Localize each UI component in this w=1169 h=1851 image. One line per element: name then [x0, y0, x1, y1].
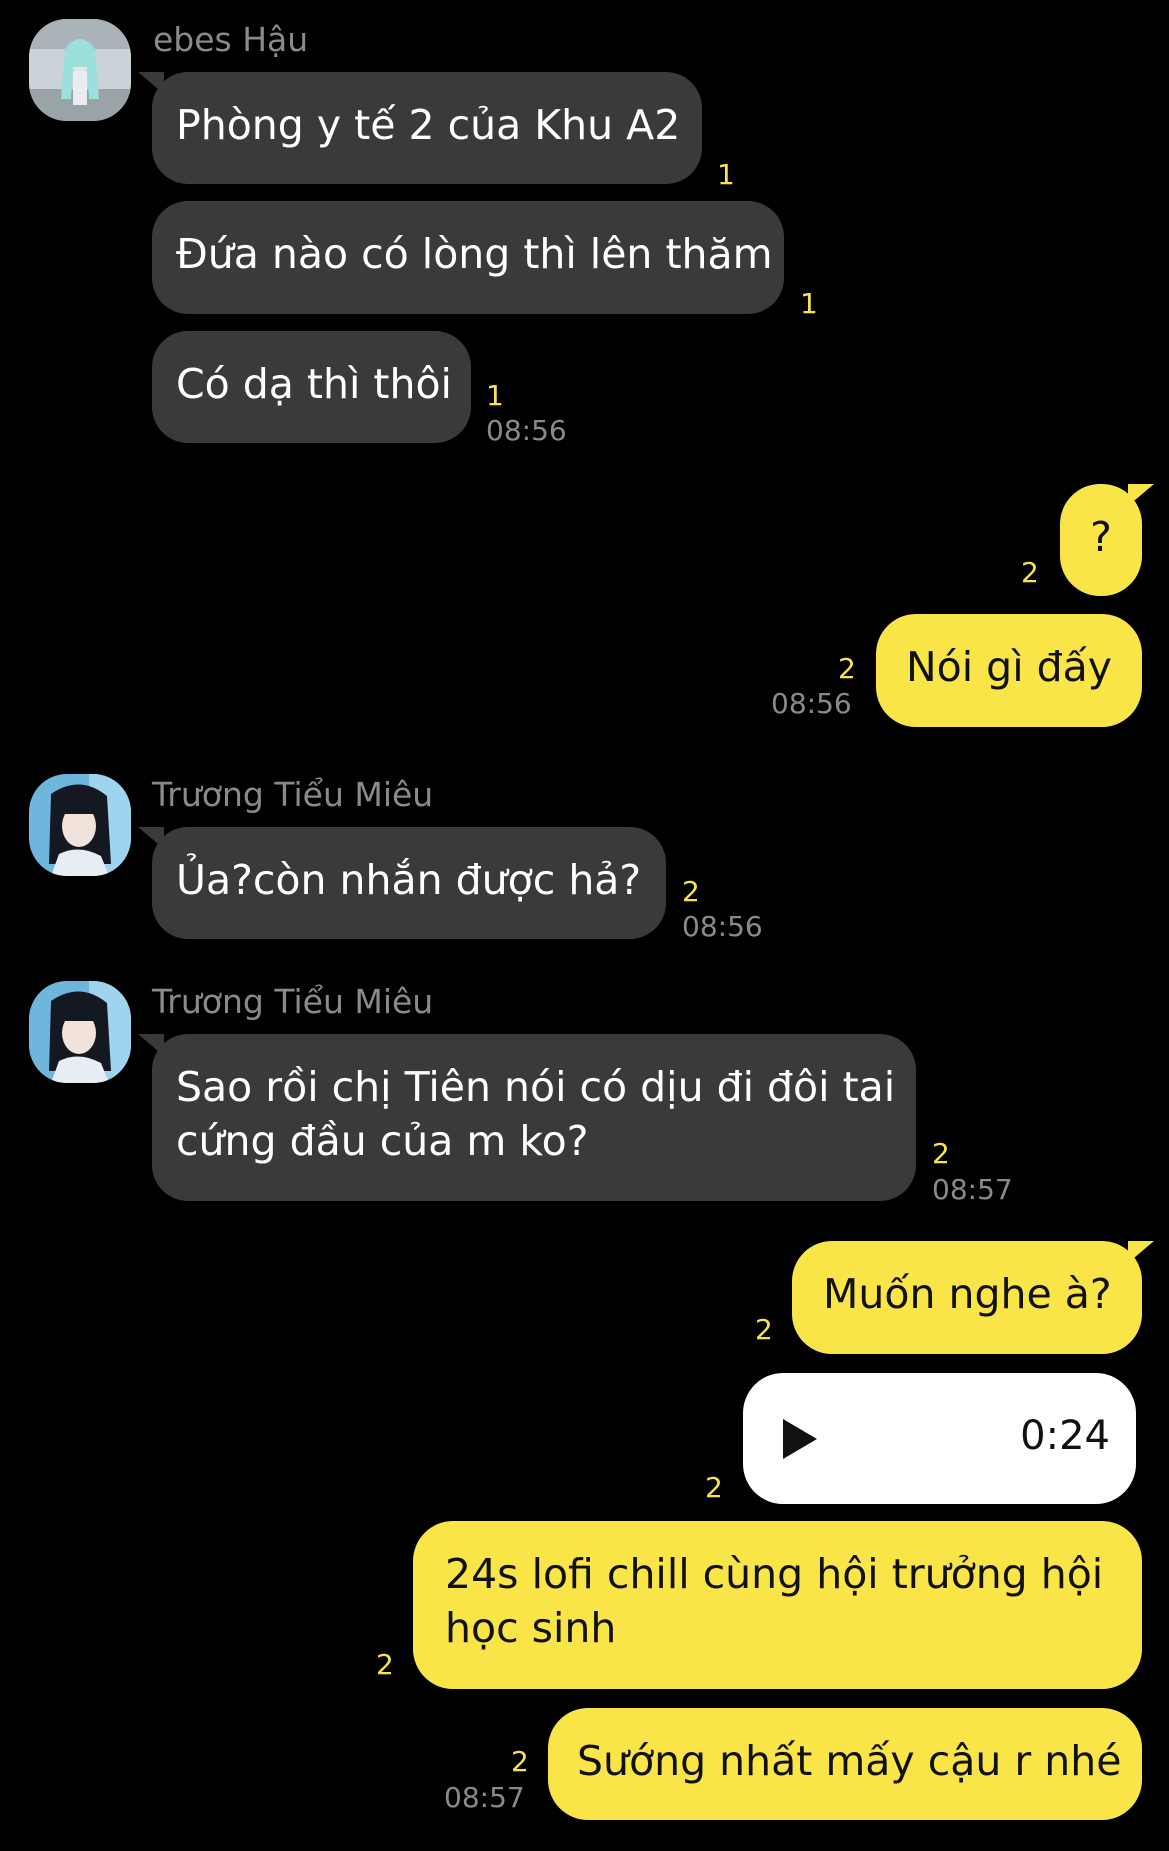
unread-count: 2 [376, 1648, 394, 1681]
voice-duration: 0:24 [1020, 1413, 1110, 1459]
message-timestamp: 08:57 [444, 1781, 525, 1814]
bubble-tail [1128, 484, 1154, 506]
message-text: Đứa nào có lòng thì lên thăm [176, 230, 773, 278]
avatar-ebes-hau-image [29, 19, 131, 121]
unread-count: 1 [800, 287, 818, 320]
avatar-ebes-hau[interactable] [29, 19, 131, 121]
message-text: Nói gì đấy [906, 643, 1113, 691]
avatar-truong-tieu-mieu[interactable] [29, 981, 131, 1083]
avatar-truong-tieu-mieu-image [29, 981, 131, 1083]
message-text: Phòng y tế 2 của Khu A2 [176, 101, 681, 149]
message-text: Sướng nhất mấy cậu r nhé [577, 1737, 1122, 1785]
message-timestamp: 08:56 [682, 910, 763, 943]
unread-count: 2 [932, 1137, 950, 1170]
avatar-truong-tieu-mieu-image [29, 774, 131, 876]
sender-name: Trương Tiểu Miêu [152, 982, 434, 1021]
message-bubble-outgoing[interactable]: 24s lofi chill cùng hội trưởng hội học s… [413, 1521, 1142, 1689]
message-text: Muốn nghe à? [823, 1270, 1112, 1318]
sender-name: Trương Tiểu Miêu [152, 775, 434, 814]
bubble-tail [138, 1034, 164, 1056]
message-bubble-outgoing[interactable]: Muốn nghe à? [792, 1241, 1154, 1354]
message-bubble-incoming[interactable]: Sao rồi chị Tiên nói có dịu đi đôi tai c… [138, 1034, 916, 1201]
message-bubble-outgoing[interactable]: Sướng nhất mấy cậu r nhé [548, 1708, 1142, 1820]
unread-count: 2 [755, 1313, 773, 1346]
message-bubble-outgoing[interactable]: ? [1060, 484, 1154, 596]
unread-count: 1 [717, 158, 735, 191]
message-timestamp: 08:56 [771, 687, 852, 720]
unread-count: 2 [1021, 556, 1039, 589]
message-text: 24s lofi chill cùng hội trưởng hội học s… [445, 1550, 1104, 1652]
message-text: Sao rồi chị Tiên nói có dịu đi đôi tai c… [176, 1063, 896, 1165]
bubble-tail [138, 72, 164, 94]
message-text: Có dạ thì thôi [176, 360, 452, 408]
bubble-tail [138, 827, 164, 849]
sender-name: ebes Hậu [153, 20, 309, 59]
message-text: Ủa?còn nhắn được hả? [176, 856, 642, 904]
avatar-truong-tieu-mieu[interactable] [29, 774, 131, 876]
unread-count: 2 [838, 652, 856, 685]
play-icon[interactable] [783, 1419, 817, 1459]
message-bubble-incoming[interactable]: Ủa?còn nhắn được hả? [138, 827, 666, 939]
message-bubble-incoming[interactable]: Đứa nào có lòng thì lên thăm [152, 201, 784, 314]
message-timestamp: 08:57 [932, 1173, 1013, 1206]
bubble-tail [1128, 1241, 1154, 1263]
chat-room: ebes Hậu Phòng y tế 2 của Khu A2 1 Đứa n… [0, 0, 1169, 1851]
message-text: ? [1090, 513, 1112, 561]
voice-message[interactable]: 0:24 [743, 1373, 1136, 1504]
unread-count: 2 [705, 1471, 723, 1504]
message-bubble-incoming[interactable]: Phòng y tế 2 của Khu A2 [138, 72, 702, 184]
message-timestamp: 08:56 [486, 414, 567, 447]
unread-count: 1 [486, 379, 504, 412]
message-bubble-outgoing[interactable]: Nói gì đấy [876, 614, 1142, 727]
unread-count: 2 [511, 1745, 529, 1778]
message-bubble-incoming[interactable]: Có dạ thì thôi [152, 331, 471, 443]
unread-count: 2 [682, 875, 700, 908]
